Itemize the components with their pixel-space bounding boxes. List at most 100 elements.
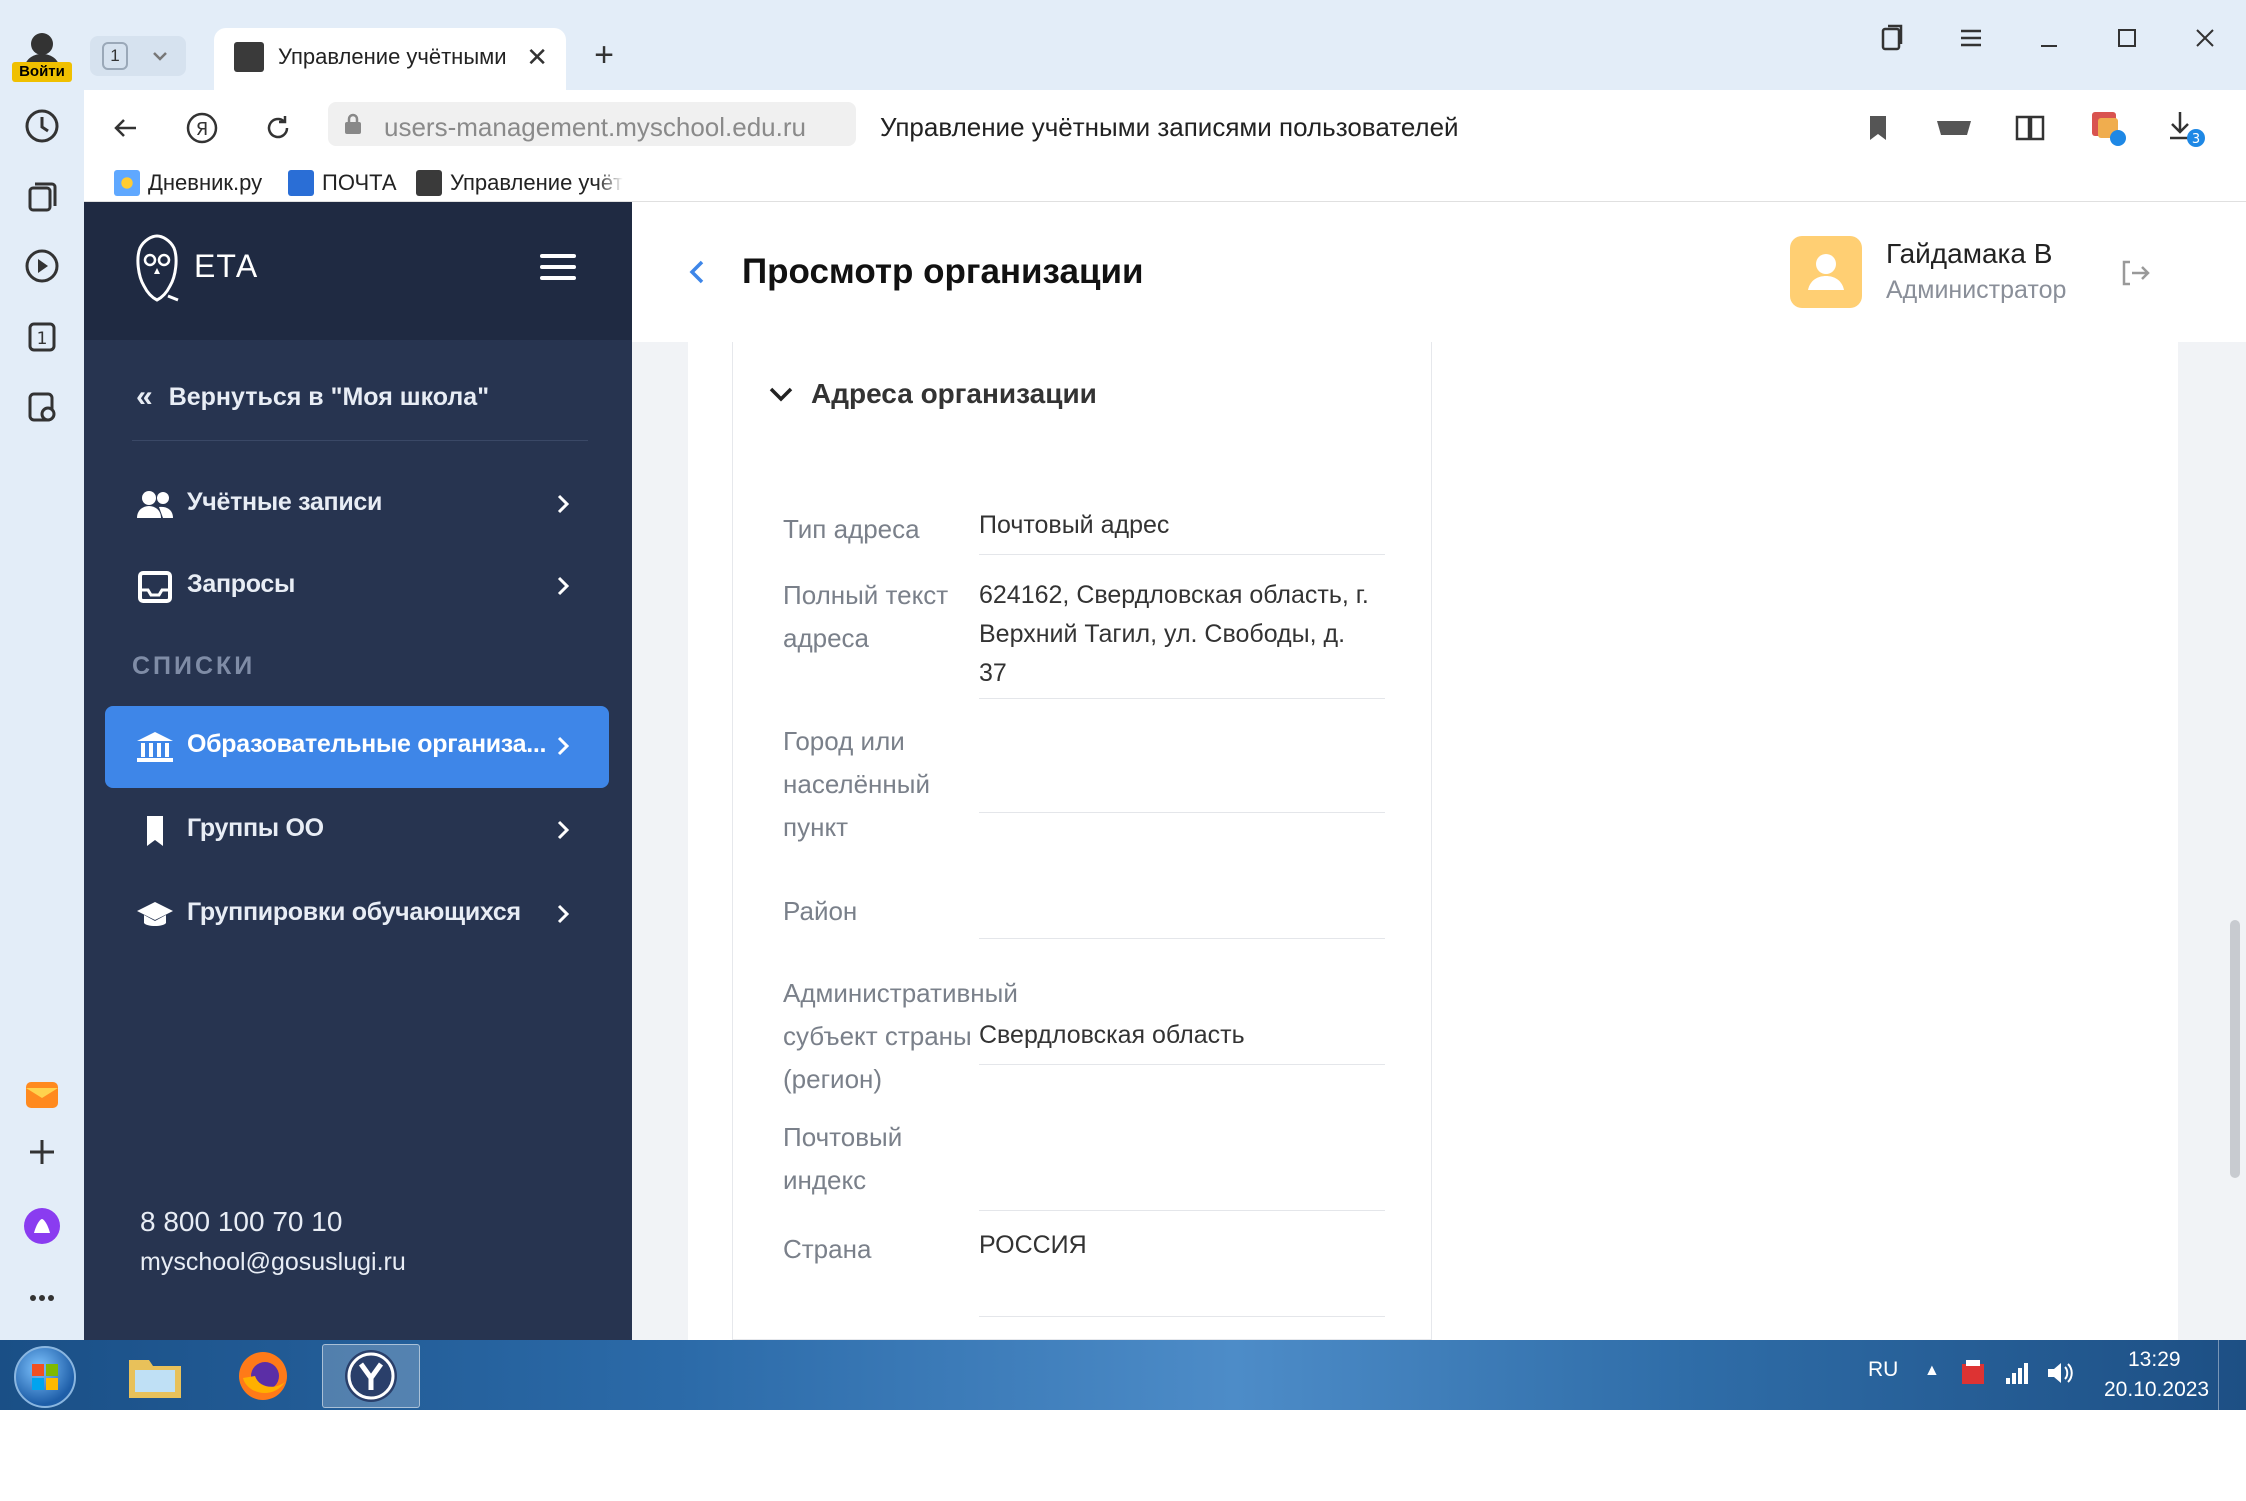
firefox-icon[interactable] bbox=[214, 1344, 312, 1408]
svg-text:Я: Я bbox=[196, 119, 209, 140]
field-label-city: Город или населённый пункт bbox=[783, 726, 930, 842]
empty-area bbox=[0, 1410, 2246, 1501]
sidebar-item-label: Запросы bbox=[187, 570, 296, 598]
yandex-browser-taskbar-icon[interactable] bbox=[322, 1344, 420, 1408]
add-panel-icon[interactable] bbox=[14, 1124, 70, 1180]
address-section-title: Адреса организации bbox=[811, 378, 1097, 409]
field-divider bbox=[979, 938, 1385, 939]
tab-strip: 1 Управление учётными ✕ + bbox=[84, 0, 2246, 90]
hamburger-menu-icon[interactable] bbox=[540, 254, 576, 284]
lock-icon[interactable] bbox=[342, 112, 364, 136]
field-divider bbox=[979, 554, 1385, 555]
inbox-icon bbox=[135, 570, 175, 604]
sidebar-item-educational-organizations[interactable]: Образовательные организа... bbox=[105, 706, 609, 788]
show-hidden-icons[interactable]: ▲ bbox=[1924, 1362, 1940, 1380]
support-email[interactable]: myschool@gosuslugi.ru bbox=[140, 1248, 406, 1277]
clock-date[interactable]: 20.10.2023 bbox=[2104, 1378, 2209, 1402]
downloads-icon[interactable]: 3 bbox=[2164, 106, 2208, 150]
field-divider bbox=[979, 812, 1385, 813]
alice-assistant-icon[interactable] bbox=[14, 1198, 70, 1254]
downloads-badge: 3 bbox=[2192, 132, 2200, 147]
field-divider bbox=[979, 1064, 1385, 1065]
close-tab-icon[interactable]: ✕ bbox=[526, 42, 548, 73]
reader-mode-icon[interactable] bbox=[2008, 106, 2052, 150]
file-explorer-icon[interactable] bbox=[106, 1344, 204, 1408]
chevron-down-icon bbox=[767, 383, 795, 405]
user-name[interactable]: Гайдамака В bbox=[1886, 238, 2052, 270]
bookmark-diary[interactable]: Дневник.ру bbox=[114, 168, 262, 198]
field-value-full-address: 624162, Свердловская область, г. Верхний… bbox=[979, 581, 1369, 687]
collections-icon[interactable] bbox=[14, 168, 70, 224]
content-panel: Адреса организации Тип адреса Почтовый а… bbox=[688, 342, 2178, 1340]
sidebar-item-org-groups[interactable]: Группы ОО bbox=[105, 790, 609, 872]
page-heading: Просмотр организации bbox=[742, 252, 1144, 291]
tab-one-icon[interactable]: 1 bbox=[14, 308, 70, 364]
scrollbar-thumb[interactable] bbox=[2230, 920, 2240, 1178]
sidebar-item-accounts[interactable]: Учётные записи bbox=[105, 464, 609, 546]
play-icon[interactable] bbox=[14, 238, 70, 294]
user-avatar[interactable] bbox=[1790, 236, 1862, 308]
bookmarks-bar: Дневник.ру ПОЧТА Управление учёт bbox=[84, 162, 2246, 202]
login-button[interactable]: Войти bbox=[12, 62, 72, 82]
url-text: users-management.myschool.edu.ru bbox=[384, 112, 806, 142]
logout-icon[interactable] bbox=[2120, 258, 2152, 288]
back-chevron-icon[interactable] bbox=[682, 254, 712, 290]
bookmark-label: Управление учёт bbox=[450, 170, 624, 195]
clock-time[interactable]: 13:29 bbox=[2128, 1348, 2181, 1372]
tab-counter[interactable]: 1 bbox=[90, 36, 186, 76]
minimize-icon[interactable] bbox=[2024, 18, 2074, 58]
sidebar-item-student-groupings[interactable]: Группировки обучающихся bbox=[105, 874, 609, 956]
back-to-myschool-link[interactable]: « Вернуться в "Моя школа" bbox=[136, 380, 489, 414]
start-button[interactable] bbox=[14, 1346, 76, 1408]
new-tab-icon[interactable]: + bbox=[584, 36, 624, 76]
browser-tab[interactable]: Управление учётными ✕ bbox=[214, 28, 566, 90]
field-divider bbox=[979, 698, 1385, 699]
yandex-mail-icon[interactable] bbox=[14, 1066, 70, 1122]
field-label-address-type: Тип адреса bbox=[783, 514, 920, 544]
organization-card: Адреса организации Тип адреса Почтовый а… bbox=[732, 342, 1432, 1340]
history-icon[interactable] bbox=[14, 98, 70, 154]
yandex-logo-icon[interactable]: Я bbox=[178, 104, 226, 152]
diary-icon bbox=[114, 170, 140, 196]
protect-icon[interactable] bbox=[1932, 106, 1976, 150]
bookmark-mail[interactable]: ПОЧТА bbox=[288, 168, 397, 198]
close-window-icon[interactable] bbox=[2180, 18, 2230, 58]
tab-collections-icon[interactable] bbox=[1868, 18, 1918, 58]
url-field[interactable]: users-management.myschool.edu.ru bbox=[328, 102, 856, 146]
volume-icon[interactable] bbox=[2044, 1358, 2074, 1388]
reload-icon[interactable] bbox=[254, 104, 302, 152]
browser-menu-icon[interactable] bbox=[1946, 18, 1996, 58]
security-tray-icon[interactable] bbox=[1958, 1358, 1988, 1388]
main-content: Просмотр организации Гайдамака В Админис… bbox=[632, 202, 2246, 1340]
sidebar-header: ЕТА bbox=[84, 202, 632, 340]
bookmark-page-icon[interactable] bbox=[1856, 106, 1900, 150]
back-arrow-icon[interactable] bbox=[102, 104, 150, 152]
sidebar-item-requests[interactable]: Запросы bbox=[105, 546, 609, 628]
support-phone[interactable]: 8 800 100 70 10 bbox=[140, 1206, 342, 1238]
tab-title: Управление учётными bbox=[278, 44, 507, 69]
field-divider bbox=[979, 1316, 1385, 1317]
language-indicator[interactable]: RU bbox=[1868, 1358, 1898, 1382]
field-label-district: Район bbox=[783, 896, 858, 926]
show-desktop-button[interactable] bbox=[2218, 1340, 2246, 1410]
institution-icon bbox=[135, 730, 175, 764]
sidebar-item-label: Образовательные организа... bbox=[187, 730, 547, 758]
page-header: Просмотр организации Гайдамака В Админис… bbox=[632, 202, 2246, 342]
extension-icon[interactable] bbox=[2086, 106, 2130, 150]
field-label-full-address: Полный текст адреса bbox=[783, 580, 949, 653]
address-section-toggle[interactable]: Адреса организации bbox=[767, 378, 1097, 410]
screenshot-icon[interactable] bbox=[14, 378, 70, 434]
page-title: Управление учётными записями пользовател… bbox=[880, 112, 1459, 142]
browser-side-panel: Войти 1 bbox=[0, 0, 84, 1340]
sidebar-item-label: Учётные записи bbox=[187, 488, 383, 516]
chevron-right-icon bbox=[551, 812, 575, 848]
tab-count: 1 bbox=[102, 42, 128, 70]
bookmark-users-management[interactable]: Управление учёт bbox=[416, 168, 623, 198]
bookmark-label: ПОЧТА bbox=[322, 170, 397, 195]
network-icon[interactable] bbox=[2002, 1358, 2032, 1388]
screen: Войти 1 1 Управление учётными ✕ + Я user… bbox=[0, 0, 2246, 1501]
chevron-down-icon bbox=[148, 44, 172, 68]
graduation-cap-icon bbox=[135, 898, 175, 932]
more-icon[interactable] bbox=[14, 1270, 70, 1326]
maximize-icon[interactable] bbox=[2102, 18, 2152, 58]
